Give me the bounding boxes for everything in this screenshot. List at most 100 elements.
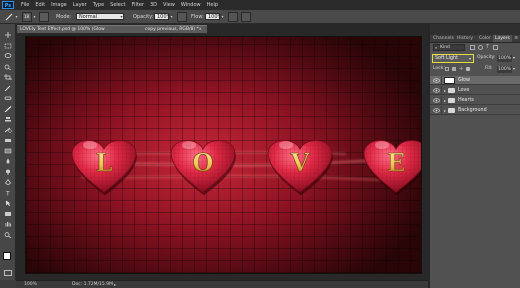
layer-row-hearts[interactable]: ▸ Hearts [430, 96, 520, 105]
healing-tool-icon[interactable] [4, 95, 12, 101]
panel-tab-history[interactable]: History [455, 35, 475, 42]
fill-input[interactable]: 100% [497, 66, 512, 73]
lock-pixels-icon[interactable] [452, 67, 456, 71]
filter-pixel-icon[interactable] [470, 45, 475, 50]
layer-opacity-chevron-icon[interactable]: ▾ [513, 55, 515, 60]
hand-tool-icon[interactable] [4, 221, 12, 227]
clone-stamp-tool-icon[interactable] [4, 116, 12, 122]
lock-position-icon[interactable]: ✛ [459, 66, 463, 72]
brush-picker-chevron-icon[interactable]: ▾ [32, 13, 37, 20]
menu-edit[interactable]: Edit [32, 0, 48, 10]
visibility-eye-icon[interactable] [432, 108, 441, 113]
pressure-size-icon[interactable] [241, 12, 251, 22]
layer-thumbnail [444, 77, 455, 84]
fill-chevron-icon[interactable]: ▾ [513, 66, 515, 71]
lock-label: Lock: [433, 66, 445, 71]
menu-bar: Ps File Edit Image Layer Type Select Filter 3D V… [0, 0, 520, 10]
brush-preset-picker[interactable]: 18 [22, 12, 32, 22]
layer-name: Glow [458, 78, 470, 83]
close-document-icon[interactable]: x [199, 26, 202, 34]
opacity-chevron-icon[interactable]: ▾ [169, 13, 174, 20]
path-select-tool-icon[interactable] [4, 200, 12, 206]
zoom-level[interactable]: 100% [24, 281, 37, 288]
pressure-opacity-icon[interactable] [177, 12, 187, 22]
photoshop-logo: Ps [2, 1, 14, 9]
mode-select[interactable]: Normal [76, 13, 124, 20]
layer-name: Background [458, 108, 487, 113]
visibility-eye-icon[interactable] [432, 88, 441, 93]
layer-opacity-input[interactable]: 100% [497, 55, 512, 62]
lock-transparent-icon[interactable] [445, 67, 449, 71]
move-tool-icon[interactable] [4, 32, 12, 38]
airbrush-icon[interactable] [228, 12, 238, 22]
status-bar: 100% Doc: 1.72M/15.9M ▸ [16, 280, 428, 288]
panel-tabs: Channels History Color Layers ≡ [430, 35, 520, 43]
menu-select[interactable]: Select [107, 0, 128, 10]
blur-tool-icon[interactable] [4, 158, 12, 164]
menu-file[interactable]: File [18, 0, 32, 10]
folder-icon [448, 88, 455, 93]
quick-select-tool-icon[interactable] [4, 64, 12, 70]
crop-tool-icon[interactable] [4, 74, 12, 80]
shape-tool-icon[interactable] [4, 211, 12, 217]
zoom-tool-icon[interactable] [4, 231, 12, 238]
document-tab[interactable]: LOVEly Text Effect.psd @ 100% (Glow copy… [17, 25, 207, 33]
menu-3d[interactable]: 3D [147, 0, 160, 10]
tool-preset-chevron-icon[interactable]: ▾ [14, 13, 19, 20]
menu-layer[interactable]: Layer [70, 0, 90, 10]
flow-input[interactable]: 100% [205, 13, 222, 20]
mode-chevron-icon[interactable]: ▾ [119, 13, 124, 20]
panel-tab-color[interactable]: Color [477, 35, 493, 42]
flow-chevron-icon[interactable]: ▾ [220, 13, 225, 20]
gradient-tool-icon[interactable] [4, 148, 12, 154]
panel-tab-layers[interactable]: Layers [493, 35, 512, 42]
marquee-tool-icon[interactable] [4, 43, 12, 49]
row-separator [441, 76, 442, 85]
mode-label: Mode: [56, 14, 72, 20]
menu-help[interactable]: Help [204, 0, 221, 10]
brush-tool-icon[interactable] [4, 105, 12, 112]
foreground-color-swatch[interactable] [3, 252, 11, 260]
document-title-suffix: copy previous, RGB/8) * [145, 27, 199, 32]
artwork: LOVE [71, 140, 421, 196]
filter-shape-icon[interactable] [493, 45, 498, 50]
layer-filter-row: ⌕ Kind T [430, 43, 520, 52]
document-info[interactable]: Doc: 1.72M/15.9M [72, 281, 113, 288]
opacity-input[interactable]: 100% [154, 13, 171, 20]
filter-adjustment-icon[interactable] [478, 45, 483, 50]
canvas[interactable]: LOVE [25, 36, 422, 274]
menu-items: File Edit Image Layer Type Select Filter 3D View… [18, 0, 221, 10]
type-tool-icon[interactable]: T [4, 190, 12, 196]
layer-row-love[interactable]: ▸ Love [430, 86, 520, 95]
eyedropper-tool-icon[interactable] [4, 85, 12, 91]
menu-type[interactable]: Type [90, 0, 107, 10]
menu-filter[interactable]: Filter [129, 0, 147, 10]
menu-image[interactable]: Image [48, 0, 70, 10]
hearts-layer: LOVE [71, 140, 421, 196]
dodge-tool-icon[interactable] [4, 169, 12, 175]
lock-all-icon[interactable] [466, 67, 470, 71]
pen-tool-icon[interactable] [4, 179, 12, 185]
lasso-tool-icon[interactable] [4, 53, 12, 59]
layer-row-background[interactable]: ▸ Background [430, 106, 520, 115]
panel-menu-icon[interactable]: ≡ [514, 35, 518, 42]
history-brush-tool-icon[interactable] [4, 127, 12, 133]
lock-row: Lock: ✛ Fill: 100% ▾ [430, 64, 520, 74]
heart-letter: O [193, 148, 214, 177]
layer-row-glow[interactable]: Glow [430, 76, 520, 85]
filter-type-icon[interactable]: T [486, 44, 489, 50]
kind-filter-select[interactable]: ⌕ Kind [433, 44, 465, 51]
visibility-eye-icon[interactable] [432, 78, 441, 83]
menu-view[interactable]: View [160, 0, 178, 10]
brush-panel-toggle-icon[interactable] [39, 12, 49, 22]
status-menu-icon[interactable]: ▸ [114, 281, 116, 288]
eraser-tool-icon[interactable] [4, 137, 12, 143]
brush-tool-icon[interactable] [4, 12, 14, 22]
menu-window[interactable]: Window [178, 0, 204, 10]
heart-letter: L [96, 148, 113, 177]
panel-tab-channels[interactable]: Channels [431, 35, 456, 42]
blend-mode-select[interactable]: Soft Light ▾ [432, 54, 474, 63]
quick-mask-icon[interactable] [4, 270, 12, 276]
heart-l: L [71, 140, 137, 196]
visibility-eye-icon[interactable] [432, 98, 441, 103]
